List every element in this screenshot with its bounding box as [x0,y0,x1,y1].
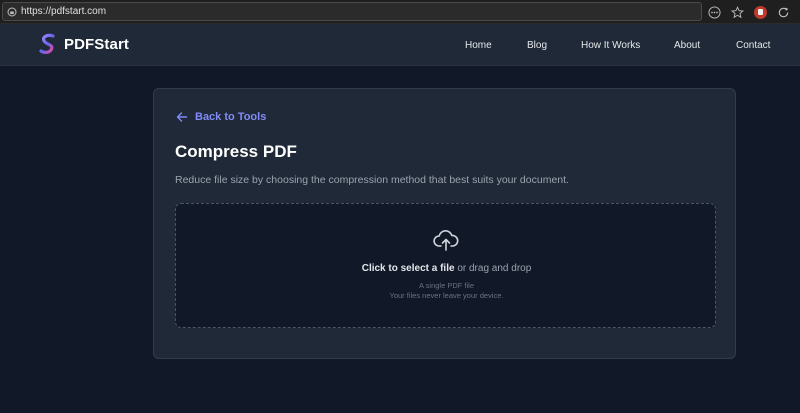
browser-toolbar: https://pdfstart.com [0,0,800,24]
dropzone-note-file-type: A single PDF file [418,281,475,290]
site-info-icon[interactable] [7,7,17,17]
star-bookmark-icon[interactable] [731,5,744,19]
page-title: Compress PDF [175,142,297,161]
nav-home[interactable]: Home [465,40,492,51]
arrow-left-icon [176,112,188,122]
more-options-icon[interactable] [708,5,721,19]
nav-how-it-works[interactable]: How It Works [581,40,640,51]
brand-logo[interactable]: PDFStart [38,33,129,55]
address-bar[interactable]: https://pdfstart.com [2,2,702,21]
logo-mark-icon [39,33,55,54]
file-dropzone[interactable]: Click to select a file or drag and drop … [175,203,716,328]
nav-blog[interactable]: Blog [527,40,547,51]
nav-about[interactable]: About [674,40,700,51]
back-to-tools-link[interactable]: Back to Tools [176,111,266,123]
nav-contact[interactable]: Contact [736,40,770,51]
page-subtitle: Reduce file size by choosing the compres… [175,174,569,186]
tool-card: Back to Tools Compress PDF Reduce file s… [153,88,736,359]
url-text: https://pdfstart.com [21,6,107,17]
back-link-label: Back to Tools [195,111,267,123]
brand-name: PDFStart [64,35,129,53]
select-file-link[interactable]: Click to select a file [362,263,455,274]
dropzone-instruction: Click to select a file or drag and drop [176,263,717,274]
dropzone-note-privacy: Your files never leave your device. [389,291,504,300]
extension-icon[interactable] [754,5,767,19]
reload-icon[interactable] [777,6,790,19]
cloud-upload-icon [433,230,459,251]
drag-drop-text: or drag and drop [454,263,532,274]
